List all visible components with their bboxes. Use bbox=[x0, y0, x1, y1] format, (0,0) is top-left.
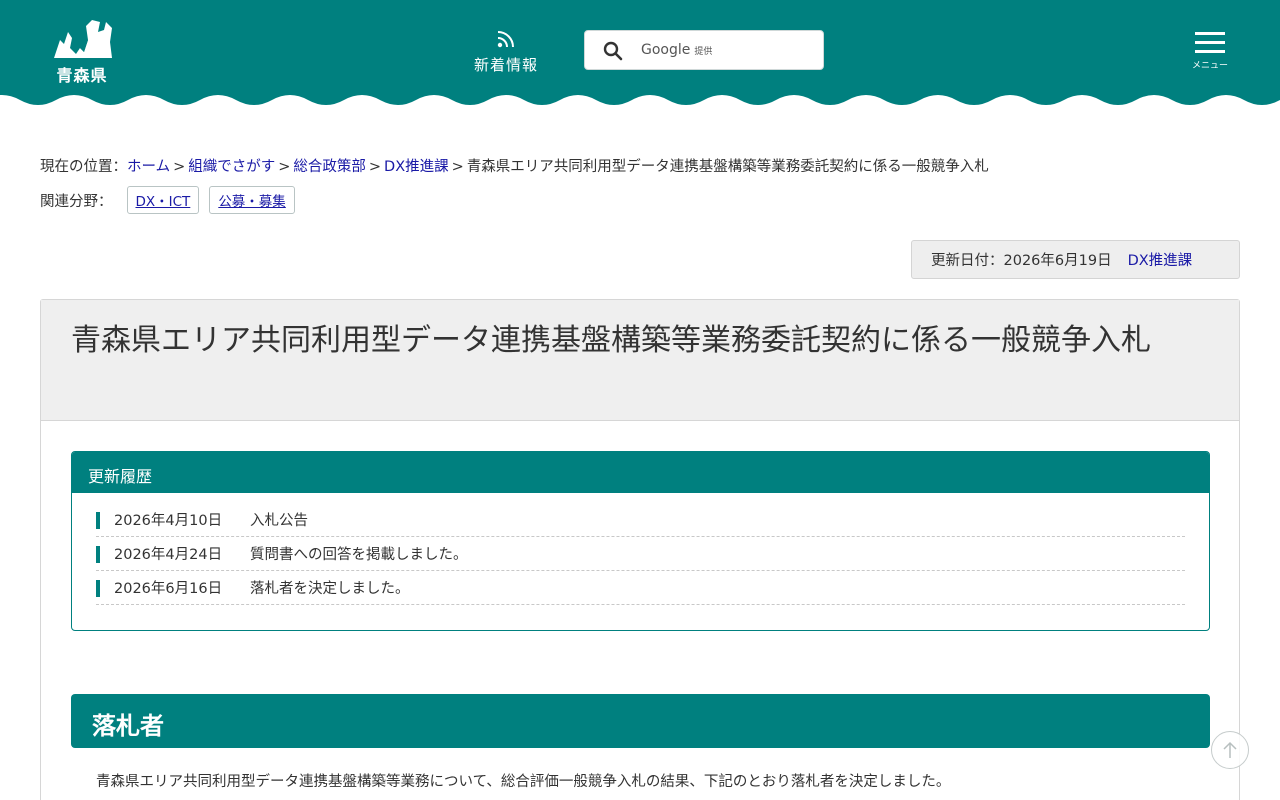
history-date: 2026年4月10日 bbox=[114, 513, 223, 529]
menu-button[interactable]: メニュー bbox=[1188, 32, 1232, 76]
back-to-top-button[interactable] bbox=[1211, 731, 1249, 769]
search-icon[interactable] bbox=[603, 41, 623, 61]
rss-icon bbox=[497, 31, 514, 48]
related-label: 関連分野： bbox=[40, 193, 113, 210]
history-date: 2026年4月24日 bbox=[114, 547, 223, 563]
logo-text: 青森県 bbox=[56, 66, 108, 85]
main-content: 青森県エリア共同利用型データ連携基盤構築等業務委託契約に係る一般競争入札 更新履… bbox=[40, 299, 1240, 800]
breadcrumb-separator: > bbox=[368, 159, 382, 175]
history-date: 2026年6月16日 bbox=[114, 581, 223, 597]
tag-public-recruitment[interactable]: 公募・募集 bbox=[209, 186, 295, 214]
related-fields: 関連分野： DX・ICT 公募・募集 bbox=[40, 186, 295, 214]
breadcrumb-current: 青森県エリア共同利用型データ連携基盤構築等業務委託契約に係る一般競争入札 bbox=[466, 159, 989, 175]
breadcrumb-division[interactable]: DX推進課 bbox=[384, 159, 449, 175]
breadcrumb: 現在の位置：ホーム > 組織でさがす > 総合政策部 > DX推進課 > 青森県エリア共同利用型… bbox=[40, 155, 989, 176]
list-item: 2026年4月10日 入札公告 bbox=[96, 503, 1185, 537]
update-info: 更新日付：2026年6月19日 DX推進課 bbox=[911, 240, 1240, 279]
search-box[interactable]: Google 提供 bbox=[584, 30, 824, 70]
tag-dx-ict[interactable]: DX・ICT bbox=[126, 186, 200, 214]
site-logo[interactable]: 青森県 bbox=[50, 18, 114, 85]
breadcrumb-organization[interactable]: 組織でさがす bbox=[188, 159, 275, 175]
list-item: 2026年6月16日 落札者を決定しました。 bbox=[96, 571, 1185, 605]
aomori-map-icon bbox=[54, 20, 112, 58]
update-history: 更新履歴 2026年4月10日 入札公告 2026年4月24日 質問書への回答を掲載… bbox=[71, 451, 1210, 631]
page-title: 青森県エリア共同利用型データ連携基盤構築等業務委託契約に係る一般競争入札 bbox=[71, 323, 1151, 358]
arrow-up-icon bbox=[1223, 741, 1237, 758]
search-brand: Google 提供 bbox=[641, 42, 712, 58]
breadcrumb-separator: > bbox=[278, 159, 291, 175]
menu-label: メニュー bbox=[1191, 61, 1228, 71]
history-text: 質問書への回答を掲載しました。 bbox=[250, 547, 468, 563]
breadcrumb-separator: > bbox=[451, 159, 464, 175]
section-body: 青森県エリア共同利用型データ連携基盤構築等業務について、総合評価一般競争入札の結… bbox=[96, 774, 951, 790]
breadcrumb-department[interactable]: 総合政策部 bbox=[293, 159, 366, 175]
department-link[interactable]: DX推進課 bbox=[1128, 249, 1193, 270]
breadcrumb-separator: > bbox=[173, 159, 186, 175]
history-list: 2026年4月10日 入札公告 2026年4月24日 質問書への回答を掲載しました。… bbox=[96, 503, 1185, 605]
title-band: 青森県エリア共同利用型データ連携基盤構築等業務委託契約に係る一般競争入札 bbox=[41, 300, 1239, 421]
site-header: 青森県 新着情報 Google 提供 メニュー bbox=[0, 0, 1280, 112]
search-brand-suffix: 提供 bbox=[694, 47, 713, 57]
news-link[interactable]: 新着情報 bbox=[466, 28, 546, 75]
hamburger-icon bbox=[1188, 32, 1232, 53]
breadcrumb-prefix: 現在の位置： bbox=[40, 159, 127, 175]
update-date: 更新日付：2026年6月19日 bbox=[931, 253, 1112, 269]
history-text: 入札公告 bbox=[250, 513, 308, 529]
breadcrumb-home[interactable]: ホーム bbox=[127, 159, 170, 175]
history-text: 落札者を決定しました。 bbox=[250, 581, 410, 597]
list-item: 2026年4月24日 質問書への回答を掲載しました。 bbox=[96, 537, 1185, 571]
section-heading: 落札者 bbox=[71, 694, 1210, 748]
search-brand-name: Google bbox=[641, 42, 691, 58]
news-label: 新着情報 bbox=[473, 56, 538, 74]
history-heading: 更新履歴 bbox=[72, 452, 1209, 493]
